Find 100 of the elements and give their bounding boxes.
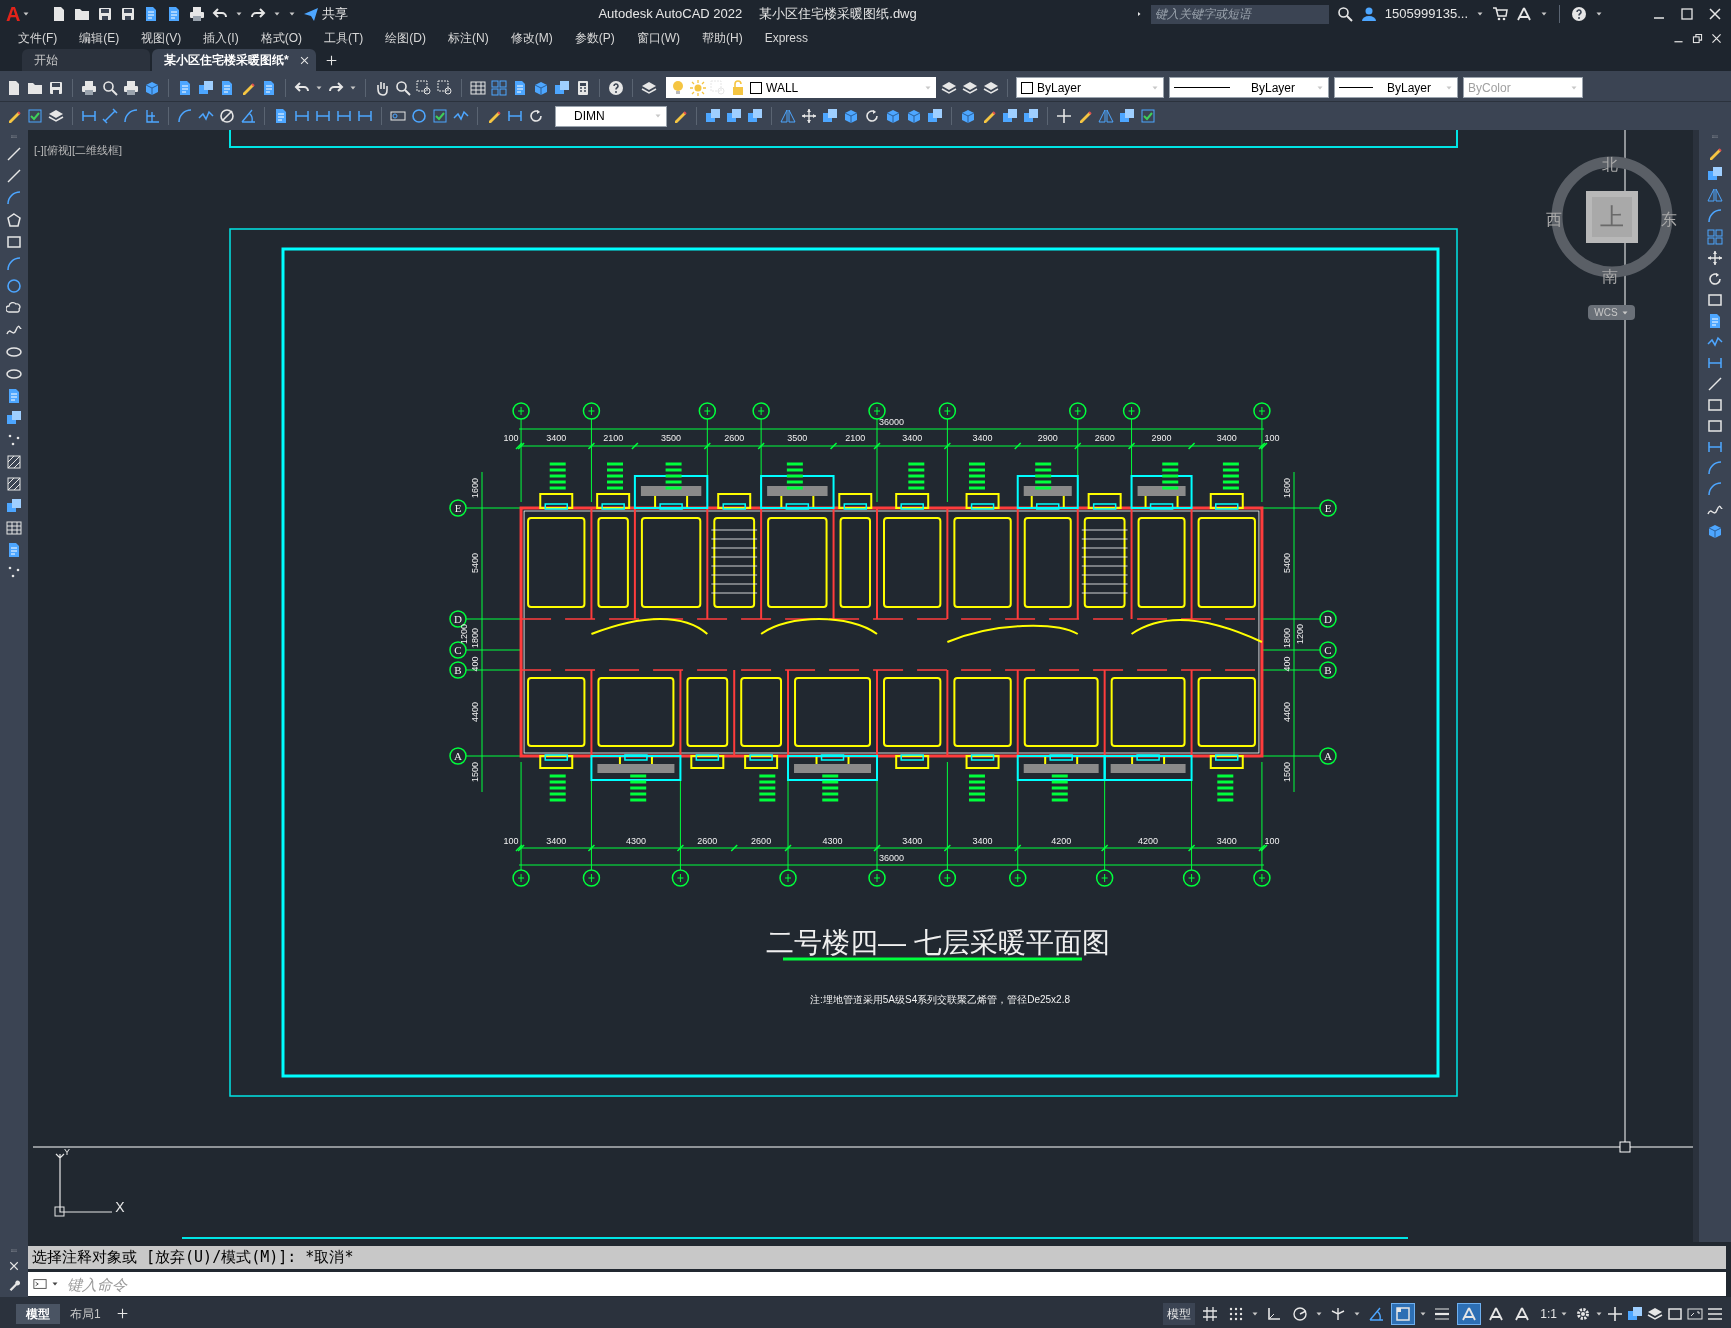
caret-icon[interactable] [22, 10, 31, 18]
wrench-icon[interactable] [7, 1278, 21, 1291]
squares-icon[interactable] [927, 108, 943, 124]
checkbox-icon[interactable] [432, 108, 448, 124]
layers-icon[interactable] [48, 108, 64, 124]
rectangle-icon[interactable] [1707, 418, 1723, 434]
document-icon[interactable] [261, 79, 277, 96]
document-icon[interactable] [1707, 313, 1723, 329]
file-tab[interactable]: 某小区住宅楼采暖图纸* [152, 49, 316, 71]
menu-item[interactable]: 绘图(D) [374, 29, 437, 47]
magnifier-icon[interactable] [102, 79, 118, 96]
menu-item[interactable]: 格式(O) [249, 29, 313, 47]
menu-item[interactable]: Express [753, 29, 819, 47]
color-dropdown[interactable]: ByLayer [1016, 77, 1164, 98]
cube-icon[interactable] [1707, 523, 1723, 539]
pencil-icon[interactable] [672, 108, 688, 124]
layout-tab[interactable]: 模型 [16, 1303, 60, 1324]
linear-dimension-icon[interactable] [81, 108, 97, 124]
menu-item[interactable]: 窗口(W) [625, 29, 691, 47]
ellipse-icon[interactable] [6, 344, 22, 360]
hatch-icon[interactable] [6, 454, 22, 470]
plus-icon[interactable] [116, 1308, 128, 1319]
move-icon[interactable] [801, 108, 817, 124]
hatch-icon[interactable] [6, 476, 22, 492]
line-icon[interactable] [6, 146, 22, 162]
ordinate-icon[interactable] [144, 108, 160, 124]
plus-icon[interactable] [1056, 108, 1072, 124]
rotate-icon[interactable] [1707, 271, 1723, 287]
cart-icon[interactable] [1492, 6, 1508, 22]
squares-icon[interactable] [822, 108, 838, 124]
user-icon[interactable] [1360, 6, 1377, 22]
lineweight-dropdown[interactable]: ByLayer [1334, 77, 1458, 98]
cube-icon[interactable] [885, 108, 901, 124]
pencil-icon[interactable] [981, 108, 997, 124]
rectangle-icon[interactable] [6, 234, 22, 250]
terminal-icon[interactable] [32, 1277, 48, 1291]
squares-icon[interactable] [747, 108, 763, 124]
save-icon[interactable] [120, 6, 137, 22]
linear-dimension-icon[interactable] [1707, 355, 1723, 371]
squares-icon[interactable] [726, 108, 742, 124]
zoom-window-icon[interactable] [437, 79, 453, 96]
caret-icon[interactable] [1595, 10, 1603, 18]
arc-icon[interactable] [1707, 460, 1723, 476]
squares-icon[interactable] [1707, 166, 1723, 182]
magnifier-icon[interactable] [395, 79, 411, 96]
document-icon[interactable] [273, 108, 289, 124]
model-space-button[interactable]: 模型 [1163, 1302, 1196, 1325]
squares-icon[interactable] [1002, 108, 1018, 124]
caret-icon[interactable] [51, 1280, 59, 1288]
linear-dimension-icon[interactable] [336, 108, 352, 124]
help-icon[interactable] [1571, 6, 1587, 22]
linear-dimension-icon[interactable] [294, 108, 310, 124]
menu-item[interactable]: 视图(V) [130, 29, 193, 47]
tolerance-icon[interactable] [390, 108, 406, 124]
cloud-icon[interactable] [6, 300, 22, 316]
printer-icon[interactable] [123, 79, 139, 96]
close-icon[interactable] [1710, 31, 1723, 45]
squares-icon[interactable] [1119, 108, 1135, 124]
circle-icon[interactable] [411, 108, 427, 124]
folder-icon[interactable] [74, 6, 91, 22]
cube-icon[interactable] [144, 79, 160, 96]
magnifier-icon[interactable] [1336, 6, 1353, 22]
restore-icon[interactable] [1691, 31, 1704, 45]
menu-item[interactable]: 参数(P) [563, 29, 626, 47]
squares-icon[interactable] [705, 108, 721, 124]
save-icon[interactable] [97, 6, 114, 22]
aligned-dimension-icon[interactable] [102, 108, 118, 124]
cube-icon[interactable] [960, 108, 976, 124]
pencil-icon[interactable] [1077, 108, 1093, 124]
squares-icon[interactable] [1627, 1305, 1643, 1322]
recent-commands-button[interactable] [28, 1272, 63, 1296]
menu-item[interactable]: 工具(T) [313, 29, 375, 47]
arc-icon[interactable] [6, 256, 22, 272]
menu-item[interactable]: 编辑(E) [68, 29, 131, 47]
layers-icon[interactable] [962, 79, 978, 96]
calculator-icon[interactable] [575, 79, 591, 96]
linear-dimension-icon[interactable] [507, 108, 523, 124]
close-icon[interactable] [298, 54, 310, 66]
paper-plane-icon[interactable] [303, 6, 320, 22]
squares-icon[interactable] [1023, 108, 1039, 124]
arc-icon[interactable] [123, 108, 139, 124]
layers-icon[interactable] [641, 79, 657, 96]
arc-icon[interactable] [1707, 208, 1723, 224]
rotate-icon[interactable] [864, 108, 880, 124]
help-icon[interactable] [608, 79, 624, 96]
mirror-icon[interactable] [1707, 187, 1723, 203]
rectangle-icon[interactable] [1707, 397, 1723, 413]
pencil-icon[interactable] [486, 108, 502, 124]
file-tab[interactable]: 开始 [22, 49, 150, 71]
plus-icon[interactable] [1607, 1305, 1623, 1322]
circle-icon[interactable] [6, 278, 22, 294]
menu-item[interactable]: 插入(I) [192, 29, 250, 47]
table-icon[interactable] [470, 79, 486, 96]
printer-icon[interactable] [81, 79, 97, 96]
plus-icon[interactable] [326, 54, 337, 66]
angle-icon[interactable] [240, 108, 256, 124]
linear-dimension-icon[interactable] [357, 108, 373, 124]
squares-icon[interactable] [554, 79, 570, 96]
dimension-style-dropdown[interactable]: DIMN [555, 105, 667, 127]
fullscreen-icon[interactable] [1687, 1305, 1703, 1322]
